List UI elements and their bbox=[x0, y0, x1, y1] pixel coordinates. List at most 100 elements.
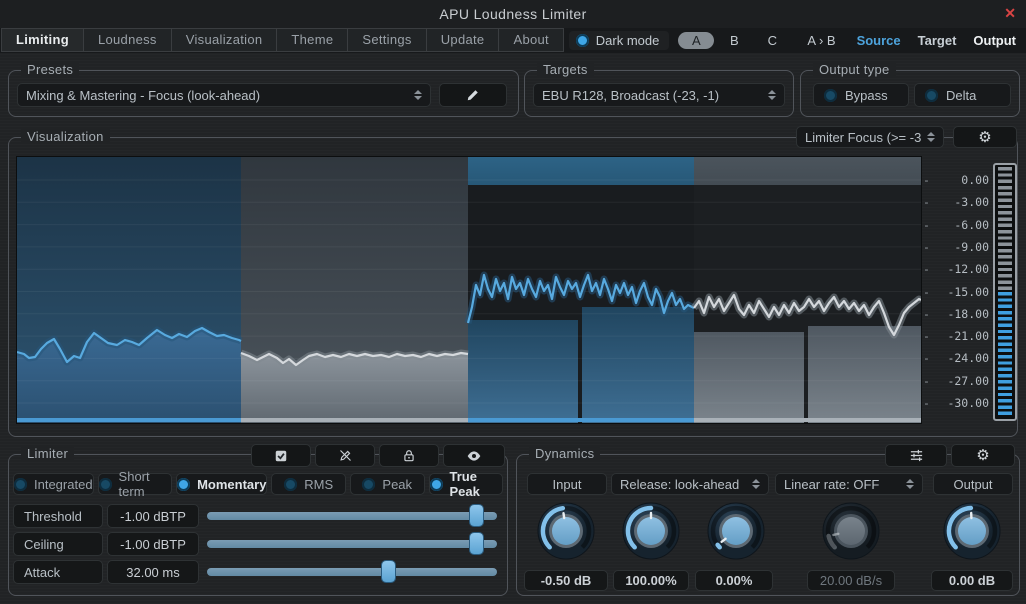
monitor-output-button[interactable]: Output bbox=[969, 33, 1020, 48]
tab-about[interactable]: About bbox=[498, 28, 563, 52]
edit-preset-button[interactable] bbox=[439, 83, 507, 107]
visualization-plot[interactable] bbox=[17, 157, 921, 423]
preset-slot-c[interactable]: C bbox=[754, 32, 790, 49]
pencil-icon bbox=[466, 88, 480, 102]
presets-legend: Presets bbox=[21, 62, 79, 77]
waveform-svg bbox=[17, 157, 921, 423]
tab-settings[interactable]: Settings bbox=[347, 28, 426, 52]
metric-peak-toggle[interactable]: Peak bbox=[350, 473, 425, 495]
threshold-row: Threshold -1.00 dBTP bbox=[9, 504, 507, 528]
ceiling-label: Ceiling bbox=[13, 532, 103, 556]
dark-mode-radio-icon bbox=[576, 34, 589, 47]
dark-mode-label: Dark mode bbox=[596, 33, 660, 48]
tab-limiting[interactable]: Limiting bbox=[1, 28, 84, 52]
threshold-slider[interactable] bbox=[207, 504, 497, 528]
dynamics-knob-2[interactable] bbox=[619, 499, 683, 563]
targets-group: Targets EBU R128, Broadcast (-23, -1) bbox=[524, 70, 794, 117]
limiter-enable-button[interactable] bbox=[251, 444, 311, 467]
preset-select-value: Mixing & Mastering - Focus (look-ahead) bbox=[26, 88, 408, 103]
plugin-window: APU Loudness Limiter ✕ LimitingLoudnessV… bbox=[0, 0, 1026, 604]
dynamics-tune-button[interactable] bbox=[885, 444, 947, 467]
output-type-delta-toggle[interactable]: Delta bbox=[914, 83, 1011, 107]
tab-list: LimitingLoudnessVisualizationThemeSettin… bbox=[2, 28, 564, 52]
output-type-bypass-toggle[interactable]: Bypass bbox=[813, 83, 909, 107]
preset-select[interactable]: Mixing & Mastering - Focus (look-ahead) bbox=[17, 83, 431, 107]
db-scale: -0.00--3.00--6.00--9.00--12.00--15.00--1… bbox=[923, 157, 989, 423]
db-scale-label: --27.00 bbox=[923, 374, 989, 388]
knob-value-3[interactable]: 0.00% bbox=[695, 570, 773, 591]
db-scale-label: --18.00 bbox=[923, 307, 989, 321]
ab-copy-button[interactable]: A › B bbox=[799, 33, 843, 48]
radio-dot-icon bbox=[99, 478, 112, 491]
db-scale-label: --15.00 bbox=[923, 285, 989, 299]
slider-handle[interactable] bbox=[470, 533, 483, 554]
metric-short-term-toggle[interactable]: Short term bbox=[98, 473, 173, 495]
updown-arrows-icon bbox=[414, 90, 422, 100]
checkbox-checked-icon bbox=[274, 449, 288, 463]
radio-dot-icon bbox=[824, 89, 837, 102]
attack-row: Attack 32.00 ms bbox=[9, 560, 507, 584]
metric-rms-toggle[interactable]: RMS bbox=[271, 473, 346, 495]
monitor-source-button[interactable]: Source bbox=[853, 33, 905, 48]
tab-loudness[interactable]: Loudness bbox=[83, 28, 172, 52]
dynamics-knob-1[interactable] bbox=[534, 499, 598, 563]
edit-off-icon bbox=[338, 448, 353, 463]
input-section-button[interactable]: Input bbox=[527, 473, 607, 495]
tab-theme[interactable]: Theme bbox=[276, 28, 348, 52]
tab-bar-right: Dark mode ABC A › B Source Target Output bbox=[569, 30, 1020, 50]
attack-value[interactable]: 32.00 ms bbox=[107, 560, 199, 584]
ceiling-value[interactable]: -1.00 dBTP bbox=[107, 532, 199, 556]
knob-value-2[interactable]: 100.00% bbox=[613, 570, 689, 591]
lock-button[interactable] bbox=[379, 444, 439, 467]
preset-slot-a[interactable]: A bbox=[678, 32, 714, 49]
linear-rate-select[interactable]: Linear rate: OFF bbox=[775, 473, 923, 495]
dynamics-knob-4 bbox=[819, 499, 883, 563]
db-scale-label: -0.00 bbox=[923, 173, 989, 187]
knob-dial-icon bbox=[940, 499, 1004, 563]
target-select-value: EBU R128, Broadcast (-23, -1) bbox=[542, 88, 762, 103]
limiter-legend: Limiter bbox=[21, 446, 74, 461]
level-meter bbox=[993, 163, 1017, 421]
visualization-settings-button[interactable]: ⚙ bbox=[953, 126, 1017, 148]
output-section-button[interactable]: Output bbox=[933, 473, 1013, 495]
dynamics-knob-5[interactable] bbox=[940, 499, 1004, 563]
edit-off-button[interactable] bbox=[315, 444, 375, 467]
release-select[interactable]: Release: look-ahead bbox=[611, 473, 769, 495]
monitor-target-button[interactable]: Target bbox=[914, 33, 961, 48]
slider-handle[interactable] bbox=[470, 505, 483, 526]
db-scale-label: --21.00 bbox=[923, 329, 989, 343]
threshold-value[interactable]: -1.00 dBTP bbox=[107, 504, 199, 528]
dynamics-settings-button[interactable]: ⚙ bbox=[951, 444, 1015, 467]
gear-icon: ⚙ bbox=[976, 448, 989, 463]
close-icon[interactable]: ✕ bbox=[1004, 5, 1016, 22]
knob-dial-icon bbox=[704, 499, 768, 563]
dark-mode-toggle[interactable]: Dark mode bbox=[569, 31, 670, 50]
tab-visualization[interactable]: Visualization bbox=[171, 28, 278, 52]
preset-slot-b[interactable]: B bbox=[716, 32, 752, 49]
updown-arrows-icon bbox=[752, 479, 760, 489]
tab-update[interactable]: Update bbox=[426, 28, 500, 52]
dynamics-knob-3[interactable] bbox=[704, 499, 768, 563]
db-scale-label: --12.00 bbox=[923, 262, 989, 276]
knob-value-1[interactable]: -0.50 dB bbox=[524, 570, 608, 591]
slider-handle[interactable] bbox=[382, 561, 395, 582]
target-select[interactable]: EBU R128, Broadcast (-23, -1) bbox=[533, 83, 785, 107]
ceiling-slider[interactable] bbox=[207, 532, 497, 556]
knob-value-4[interactable]: 20.00 dB/s bbox=[807, 570, 895, 591]
release-select-value: Release: look-ahead bbox=[620, 477, 746, 492]
visualization-legend: Visualization bbox=[21, 129, 110, 144]
visibility-button[interactable] bbox=[443, 444, 505, 467]
db-scale-label: --30.00 bbox=[923, 396, 989, 410]
db-scale-label: --24.00 bbox=[923, 351, 989, 365]
db-scale-label: --6.00 bbox=[923, 218, 989, 232]
radio-dot-icon bbox=[362, 478, 375, 491]
limiter-focus-select[interactable]: Limiter Focus (>= -30) bbox=[796, 126, 944, 148]
db-scale-label: --9.00 bbox=[923, 240, 989, 254]
metric-true-peak-toggle[interactable]: True Peak bbox=[429, 473, 504, 495]
slider-track bbox=[207, 512, 497, 520]
metric-momentary-toggle[interactable]: Momentary bbox=[176, 473, 267, 495]
presets-group: Presets Mixing & Mastering - Focus (look… bbox=[8, 70, 519, 117]
attack-slider[interactable] bbox=[207, 560, 497, 584]
metric-integrated-toggle[interactable]: Integrated bbox=[13, 473, 94, 495]
knob-value-5[interactable]: 0.00 dB bbox=[931, 570, 1013, 591]
